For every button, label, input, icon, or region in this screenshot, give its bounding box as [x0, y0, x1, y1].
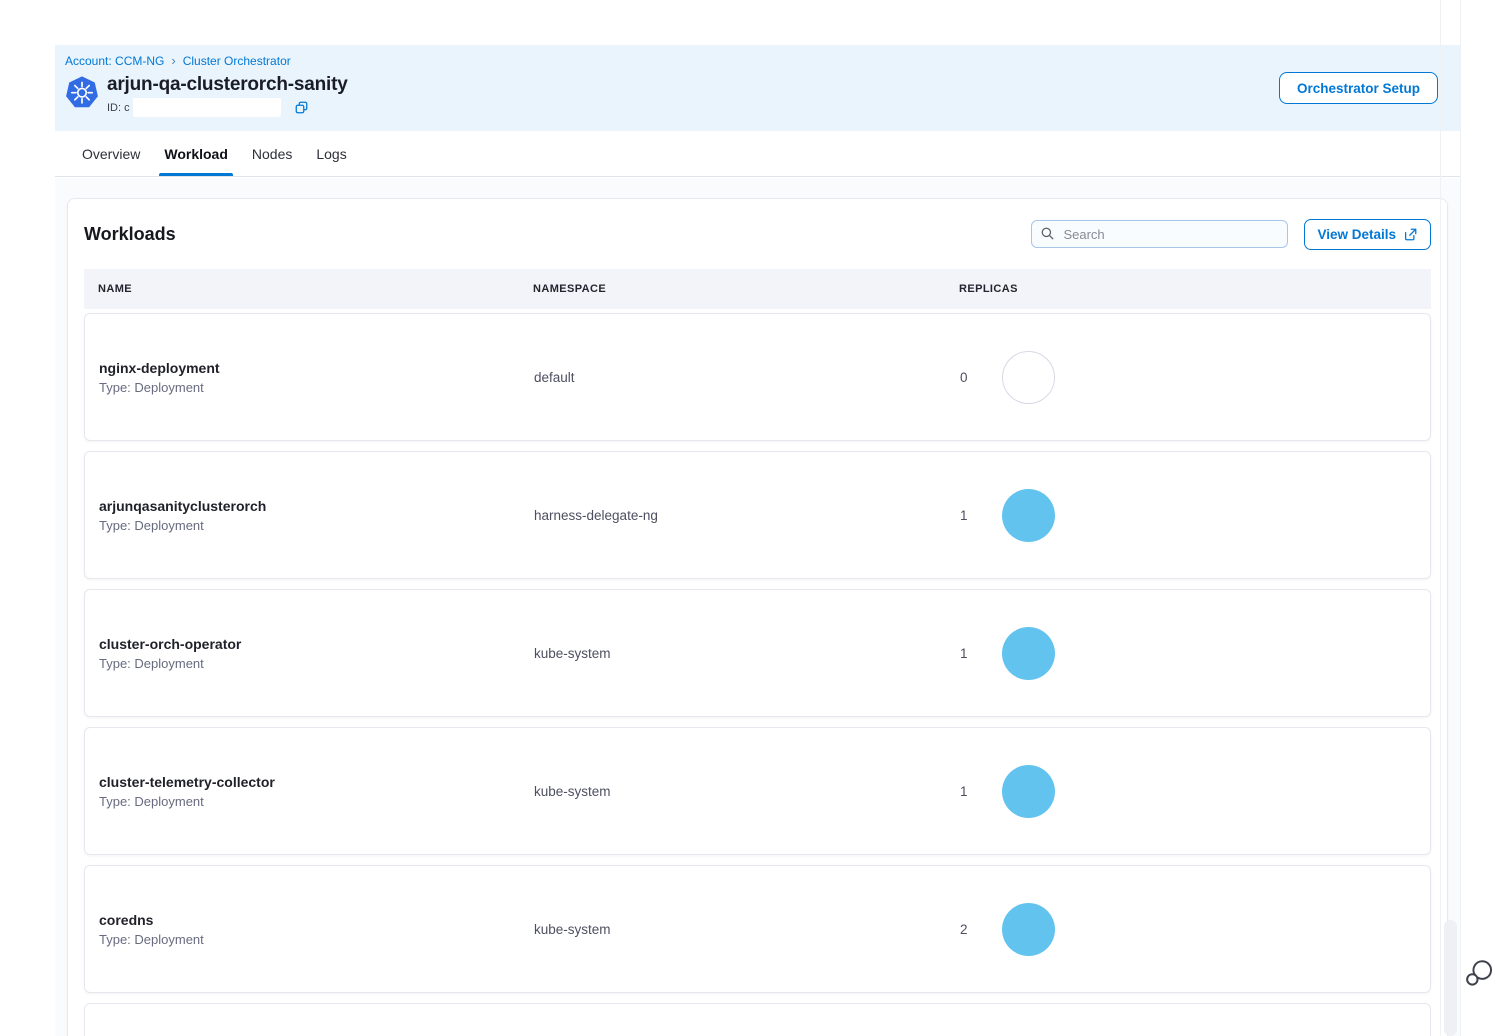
scrollbar[interactable] [1440, 0, 1461, 1036]
chat-bubble-icon[interactable] [1463, 957, 1495, 989]
column-header-replicas: REPLICAS [959, 283, 1431, 295]
tab-nodes[interactable]: Nodes [252, 146, 292, 176]
tab-logs[interactable]: Logs [316, 146, 346, 176]
replica-count: 1 [960, 508, 970, 523]
table-row[interactable]: nginx-deployment Type: Deployment defaul… [84, 313, 1431, 441]
breadcrumb-cluster-orchestrator[interactable]: Cluster Orchestrator [183, 54, 291, 68]
table-row[interactable]: cluster-orch-operator Type: Deployment k… [84, 589, 1431, 717]
column-header-name: NAME [98, 283, 533, 295]
workload-name: nginx-deployment [99, 360, 534, 376]
workloads-title: Workloads [84, 224, 1031, 245]
workload-type: Type: Deployment [99, 380, 534, 395]
search-icon [1040, 226, 1055, 241]
kubernetes-logo-icon [65, 75, 99, 109]
tab-workload[interactable]: Workload [164, 146, 228, 176]
app-window: Account: CCM-NG › Cluster Orchestrator [55, 0, 1460, 1036]
workload-namespace: kube-system [534, 784, 960, 799]
chevron-right-icon: › [171, 55, 175, 67]
page-content: Workloads View Details [55, 178, 1460, 1036]
replica-count: 0 [960, 370, 970, 385]
cluster-id-label: ID: c [107, 102, 130, 114]
workload-name: coredns [99, 912, 534, 928]
workload-rows: nginx-deployment Type: Deployment defaul… [84, 313, 1431, 1036]
search-input[interactable] [1031, 220, 1288, 248]
replica-circle [1002, 627, 1055, 680]
column-header-namespace: NAMESPACE [533, 283, 959, 295]
replica-circle [1002, 765, 1055, 818]
workload-name: cluster-telemetry-collector [99, 774, 534, 790]
workload-namespace: kube-system [534, 646, 960, 661]
workload-type: Type: Deployment [99, 932, 534, 947]
table-header-row: NAME NAMESPACE REPLICAS [84, 269, 1431, 309]
scrollbar-thumb[interactable] [1444, 920, 1457, 1036]
breadcrumb: Account: CCM-NG › Cluster Orchestrator [65, 54, 1460, 68]
replica-count: 2 [960, 922, 970, 937]
workload-namespace: harness-delegate-ng [534, 508, 960, 523]
replica-circle [1002, 903, 1055, 956]
external-link-icon [1403, 227, 1418, 242]
tab-overview[interactable]: Overview [82, 146, 140, 176]
replica-circle [1002, 489, 1055, 542]
table-row[interactable]: cluster-telemetry-collector Type: Deploy… [84, 727, 1431, 855]
workload-namespace: default [534, 370, 960, 385]
workload-name: cluster-orch-operator [99, 636, 534, 652]
replica-count: 1 [960, 646, 970, 661]
workload-type: Type: Deployment [99, 794, 534, 809]
page-title: arjun-qa-clusterorch-sanity [107, 73, 348, 96]
table-row[interactable]: arjunqasanityclusterorch Type: Deploymen… [84, 451, 1431, 579]
table-row-partial[interactable] [84, 1003, 1431, 1036]
cluster-id-value [133, 98, 281, 117]
replica-count: 1 [960, 784, 970, 799]
breadcrumb-account[interactable]: Account: CCM-NG [65, 54, 164, 68]
table-row[interactable]: coredns Type: Deployment kube-system 2 [84, 865, 1431, 993]
page-header: Account: CCM-NG › Cluster Orchestrator [55, 45, 1460, 131]
workload-name: arjunqasanityclusterorch [99, 498, 534, 514]
copy-icon[interactable] [294, 100, 309, 115]
view-details-button[interactable]: View Details [1304, 219, 1431, 250]
tab-bar: Overview Workload Nodes Logs [55, 131, 1460, 177]
workload-type: Type: Deployment [99, 656, 534, 671]
workload-type: Type: Deployment [99, 518, 534, 533]
workload-namespace: kube-system [534, 922, 960, 937]
search-box [1031, 220, 1288, 248]
orchestrator-setup-button[interactable]: Orchestrator Setup [1279, 72, 1438, 104]
replica-circle [1002, 351, 1055, 404]
view-details-label: View Details [1317, 227, 1396, 242]
workloads-card: Workloads View Details [67, 198, 1448, 1036]
